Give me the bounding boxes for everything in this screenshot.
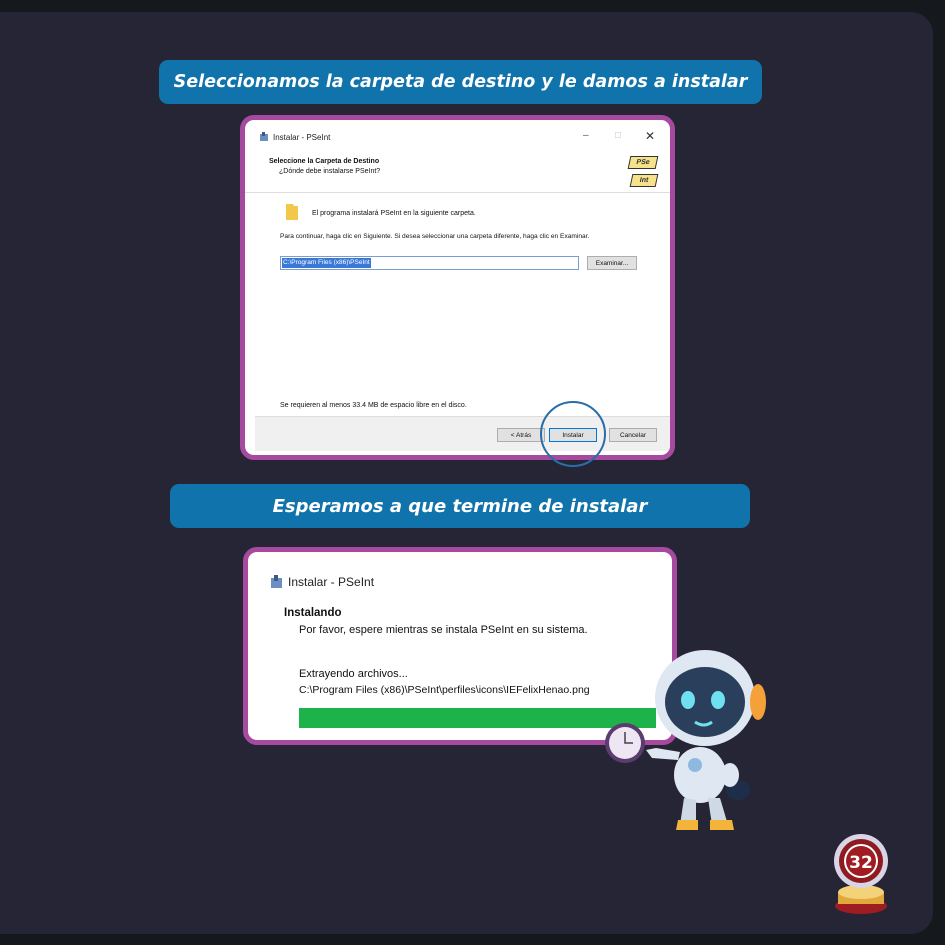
minimize-icon[interactable]: – [583, 130, 589, 141]
badge-number: 32 [849, 853, 873, 873]
window-title: Instalar - PSeInt [273, 132, 331, 142]
disk-space-note: Se requieren al menos 33.4 MB de espacio… [280, 402, 467, 409]
window-titlebar: Instalar - PSeInt [259, 132, 330, 142]
window-titlebar: Instalar - PSeInt [270, 575, 374, 589]
folder-icon [286, 204, 298, 220]
window-title: Instalar - PSeInt [288, 575, 375, 589]
browse-button[interactable]: Examinar... [587, 256, 637, 270]
logo-int: Int [629, 174, 659, 187]
page-subheading: Por favor, espere mientras se instala PS… [299, 624, 588, 636]
header-divider [245, 192, 670, 193]
step2-banner: Esperamos a que termine de instalar [170, 484, 750, 528]
robot-mascot [605, 650, 766, 830]
page-heading: Instalando [284, 607, 342, 619]
page-heading: Seleccione la Carpeta de Destino [269, 158, 380, 165]
page-subheading: ¿Dónde debe instalarse PSeInt? [279, 168, 381, 175]
close-icon[interactable]: ✕ [645, 129, 655, 143]
instruction-text: Para continuar, haga clic en Siguiente. … [280, 233, 590, 240]
path-input-value: C:\Program Files (x86)\PSeInt [282, 258, 371, 268]
installer-icon [260, 132, 268, 141]
highlight-circle [540, 401, 606, 467]
page-badge: 32 [834, 834, 888, 914]
logo-pse: PSe [627, 156, 659, 169]
cancel-button[interactable]: Cancelar [609, 428, 657, 442]
maximize-icon[interactable]: □ [615, 130, 621, 141]
status-text: Extrayendo archivos... [299, 668, 408, 680]
step1-banner: Seleccionamos la carpeta de destino y le… [159, 60, 762, 104]
installer-icon [271, 575, 282, 588]
folder-info-text: El programa instalará PSeInt en la sigui… [312, 210, 476, 217]
current-file-text: C:\Program Files (x86)\PSeInt\perfiles\i… [299, 684, 590, 696]
path-input[interactable]: C:\Program Files (x86)\PSeInt [280, 256, 579, 270]
